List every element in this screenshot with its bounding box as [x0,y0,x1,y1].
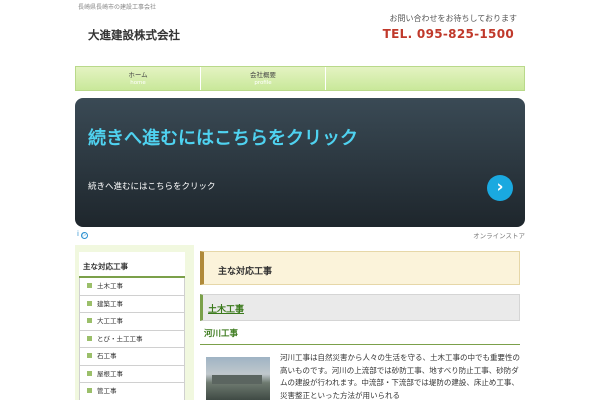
sidebar-item-roofing[interactable]: 屋根工事 [79,365,185,383]
ad-headline: 続きへ進むにはこちらをクリック [88,128,358,149]
ad-info[interactable]: i ▷ [77,230,88,239]
ad-subtext: 続きへ進むにはこちらをクリック [88,182,216,192]
sidebar-item-label: とび・土工工事 [97,334,143,343]
sidebar-item-scaffolding[interactable]: とび・土工工事 [79,330,185,348]
phone-number[interactable]: TEL. 095-825-1500 [383,27,514,41]
bullet-icon [87,283,92,288]
bullet-icon [87,300,92,306]
body-text: 河川工事は自然災害から人々の生活を守る、土木工事の中でも重要性の高いものです。河… [280,353,520,400]
sidebar-item-label: 管工事 [97,387,117,395]
page-title: 主な対応工事 [200,251,520,285]
ad-banner[interactable]: 続きへ進むにはこちらをクリック 続きへ進むにはこちらをクリック › [75,98,525,227]
bullet-icon [87,370,92,376]
sidebar-item-carpentry[interactable]: 大工工事 [79,313,185,331]
sidebar-item-label: 屋根工事 [97,369,123,378]
bullet-icon [87,335,92,341]
sidebar-item-label: 大工工事 [97,317,123,325]
nav-home-sub: home [130,80,146,86]
bullet-icon [87,388,92,393]
sidebar-item-masonry[interactable]: 石工事 [79,348,185,366]
river-work-photo [206,357,270,400]
chevron-right-icon[interactable]: › [487,175,513,201]
sidebar-item-piping[interactable]: 管工事 [79,383,185,400]
site-tagline: 長崎県長崎市の建設工事会社 [78,4,157,11]
ad-choices-icon[interactable]: ▷ [80,232,88,239]
nav-item-profile[interactable]: 会社概要 profile [201,67,326,90]
main-content: 主な対応工事 土木工事 河川工事 河川工事は自然災害から人々の生活を守る、土木工… [194,245,525,400]
sidebar-item-label: 建築工事 [97,299,123,308]
sidebar: 主な対応工事 土木工事 建築工事 大工工事 とび・土工工事 石工事 屋根工事 管… [79,252,185,400]
ad-info-label: i [77,230,79,238]
nav-profile-sub: profile [254,80,272,86]
bullet-icon [87,318,92,323]
contact-note: お問い合わせをお待ちしております [389,14,517,23]
sidebar-item-building[interactable]: 建築工事 [79,295,185,313]
bullet-icon [87,353,92,358]
sidebar-item-civil[interactable]: 土木工事 [79,278,185,296]
nav-home-label: ホーム [128,71,148,79]
nav-profile-label: 会社概要 [250,71,276,79]
company-name[interactable]: 大進建設株式会社 [88,27,180,43]
sidebar-title: 主な対応工事 [79,252,185,278]
sidebar-item-label: 石工事 [97,352,117,360]
sidebar-item-label: 土木工事 [97,282,123,290]
subcategory-heading[interactable]: 河川工事 [200,327,520,345]
nav-item-home[interactable]: ホーム home [76,67,201,90]
ad-store-link[interactable]: オンラインストア [473,230,525,240]
category-heading[interactable]: 土木工事 [200,294,520,321]
global-nav: ホーム home 会社概要 profile [75,66,525,91]
